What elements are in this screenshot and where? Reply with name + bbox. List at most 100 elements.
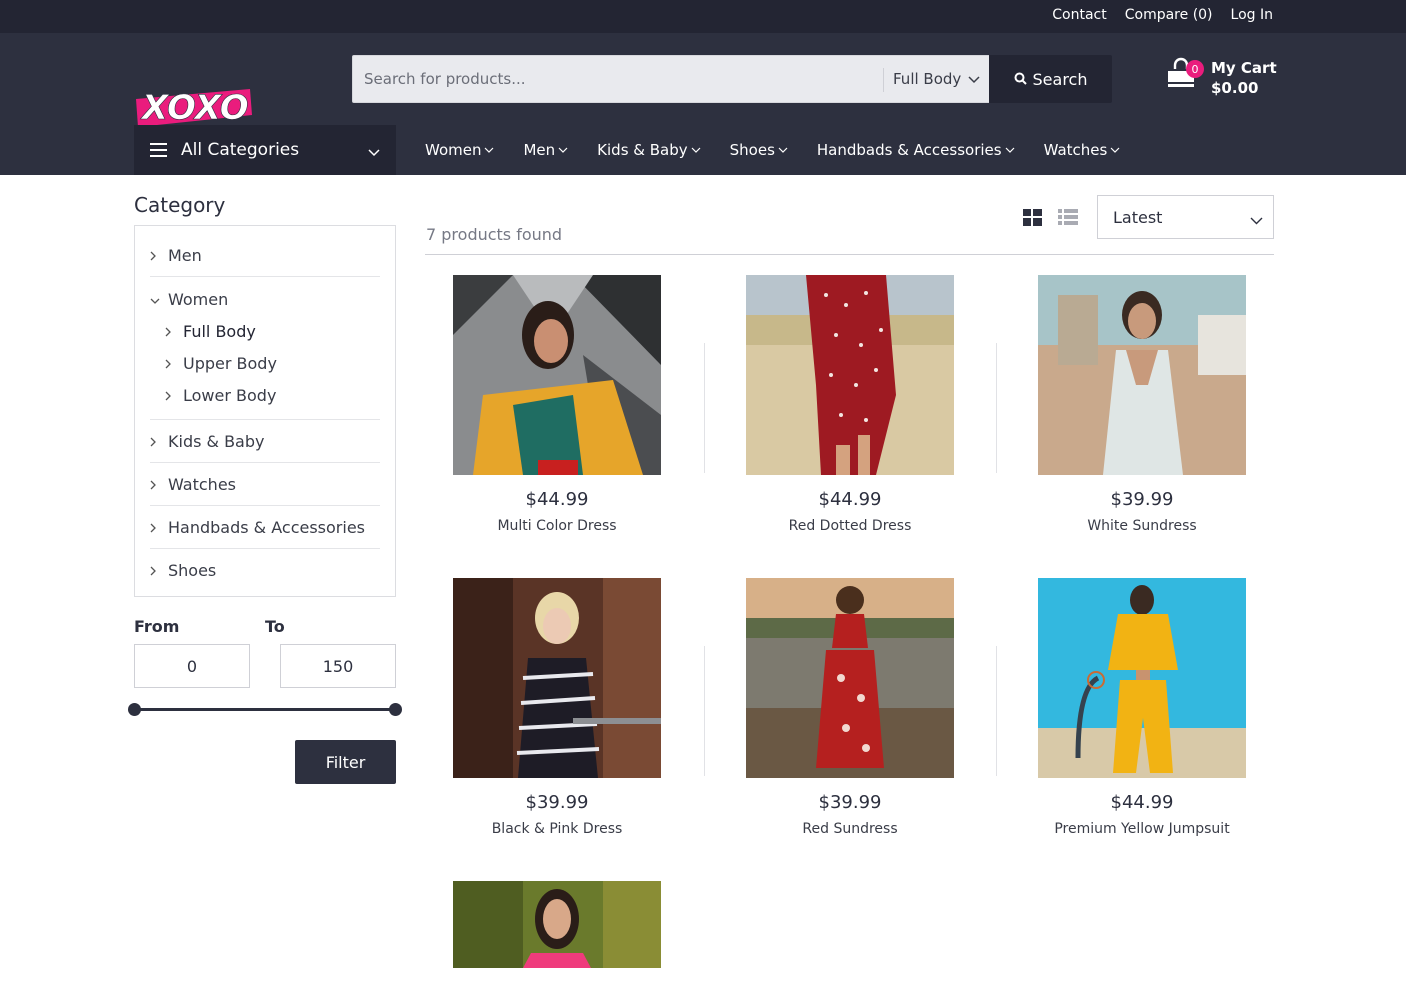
product-name[interactable]: Black & Pink Dress <box>453 821 661 837</box>
results-toolbar: 7 products found Latest <box>425 193 1274 255</box>
product-card[interactable]: $44.99 Premium Yellow Jumpsuit <box>1038 578 1246 837</box>
nav-label: Kids & Baby <box>597 141 688 159</box>
divider <box>996 646 997 776</box>
category-watches[interactable]: Watches <box>150 463 380 506</box>
product-name[interactable]: Red Dotted Dress <box>746 518 954 534</box>
price-to-label: To <box>265 617 285 636</box>
product-image[interactable] <box>453 578 661 778</box>
nav-label: Women <box>425 141 482 159</box>
chevron-down-icon <box>485 147 494 153</box>
category-label: Upper Body <box>183 353 277 373</box>
site-header: XOXO FASHION Search for products... Full… <box>0 33 1406 175</box>
chevron-down-icon <box>558 147 568 153</box>
divider <box>704 343 705 473</box>
nav-label: Shoes <box>729 141 775 159</box>
category-women[interactable]: Women <box>150 283 380 315</box>
product-price: $44.99 <box>818 489 882 510</box>
chevron-down-icon <box>691 147 701 153</box>
category-label: Full Body <box>183 321 256 341</box>
chevron-down-icon <box>778 147 788 153</box>
product-name[interactable]: Premium Yellow Jumpsuit <box>1038 821 1246 837</box>
category-list: Men Women Full Body Upper Body Lower Bod… <box>134 225 396 597</box>
category-upper-body[interactable]: Upper Body <box>150 347 380 379</box>
compare-link[interactable]: Compare (0) <box>1125 7 1213 23</box>
price-from-label: From <box>134 617 180 636</box>
all-categories-label: All Categories <box>181 140 300 160</box>
category-label: Women <box>168 289 229 309</box>
divider <box>704 646 705 776</box>
nav-item-handbags[interactable]: Handbads & Accessories <box>817 141 1015 159</box>
product-image[interactable] <box>1038 275 1246 475</box>
search-icon <box>1014 70 1027 89</box>
nav-item-shoes[interactable]: Shoes <box>730 141 788 159</box>
product-image[interactable] <box>453 275 661 475</box>
product-name[interactable]: Multi Color Dress <box>453 518 661 534</box>
category-kids-baby[interactable]: Kids & Baby <box>150 420 380 463</box>
cart-title: My Cart <box>1211 59 1277 77</box>
category-lower-body[interactable]: Lower Body <box>150 379 380 411</box>
contact-link[interactable]: Contact <box>1052 7 1106 23</box>
category-sidebar: Category Men Women Full Body Upper Body … <box>134 193 396 597</box>
category-label: Men <box>168 245 202 265</box>
search-button-label: Search <box>1032 69 1088 89</box>
search-input[interactable]: Search for products... <box>352 55 883 103</box>
category-men[interactable]: Men <box>150 234 380 277</box>
nav-item-men[interactable]: Men <box>523 141 568 159</box>
product-card[interactable]: $44.99 Red Dotted Dress <box>746 275 954 534</box>
results-count: 7 products found <box>426 225 563 244</box>
chevron-down-icon <box>1250 210 1263 229</box>
price-slider-track <box>134 708 396 711</box>
price-slider-max-handle[interactable] <box>389 703 402 716</box>
sort-label: Latest <box>1113 207 1163 227</box>
category-full-body[interactable]: Full Body <box>150 315 380 347</box>
nav-label: Handbads & Accessories <box>816 141 1002 159</box>
nav-item-watches[interactable]: Watches <box>1044 141 1121 159</box>
chevron-down-icon <box>1005 147 1015 153</box>
sidebar-title: Category <box>134 193 226 217</box>
chevron-down-icon <box>968 70 980 88</box>
product-name[interactable]: White Sundress <box>1038 518 1246 534</box>
product-name[interactable]: Red Sundress <box>746 821 954 837</box>
category-handbags[interactable]: Handbads & Accessories <box>150 506 380 549</box>
category-label: Shoes <box>168 561 217 580</box>
nav-label: Watches <box>1043 141 1108 159</box>
search-category-label: Full Body <box>893 70 962 88</box>
product-price: $44.99 <box>1110 792 1174 813</box>
product-card[interactable]: $44.99 Multi Color Dress <box>453 275 661 534</box>
nav-item-kids-baby[interactable]: Kids & Baby <box>597 141 701 159</box>
login-link[interactable]: Log In <box>1231 7 1273 23</box>
filter-button[interactable]: Filter <box>295 740 396 784</box>
shopping-bag-icon: 0 <box>1166 57 1204 89</box>
chevron-down-icon <box>150 290 160 309</box>
product-results: 7 products found Latest $44.99 Multi Col… <box>425 193 1274 968</box>
chevron-right-icon <box>150 561 158 580</box>
category-shoes[interactable]: Shoes <box>150 549 380 592</box>
product-price: $39.99 <box>525 792 589 813</box>
chevron-right-icon <box>165 386 173 405</box>
sort-select[interactable]: Latest <box>1097 195 1274 239</box>
product-card[interactable]: $39.99 White Sundress <box>1038 275 1246 534</box>
price-slider-min-handle[interactable] <box>128 703 141 716</box>
nav-item-women[interactable]: Women <box>425 141 494 159</box>
price-slider[interactable] <box>128 702 402 716</box>
grid-view-icon[interactable] <box>1023 209 1042 230</box>
list-view-icon[interactable] <box>1058 209 1078 230</box>
product-image[interactable] <box>746 275 954 475</box>
cart-widget[interactable]: 0 My Cart $0.00 <box>1166 57 1277 98</box>
search-category-select[interactable]: Full Body <box>883 55 989 103</box>
product-card[interactable]: $39.99 Red Sundress <box>746 578 954 837</box>
product-card[interactable] <box>453 881 661 982</box>
svg-text:XOXO: XOXO <box>140 88 249 128</box>
product-image[interactable] <box>453 881 661 968</box>
all-categories-button[interactable]: All Categories <box>134 125 396 175</box>
price-from-input[interactable]: 0 <box>134 644 250 688</box>
cart-total: $0.00 <box>1211 79 1259 97</box>
search-bar: Search for products... Full Body Search <box>352 55 1112 103</box>
menu-icon <box>150 143 167 157</box>
search-button[interactable]: Search <box>989 55 1112 103</box>
category-label: Handbads & Accessories <box>168 517 365 537</box>
product-image[interactable] <box>1038 578 1246 778</box>
price-to-input[interactable]: 150 <box>280 644 396 688</box>
product-image[interactable] <box>746 578 954 778</box>
product-card[interactable]: $39.99 Black & Pink Dress <box>453 578 661 837</box>
